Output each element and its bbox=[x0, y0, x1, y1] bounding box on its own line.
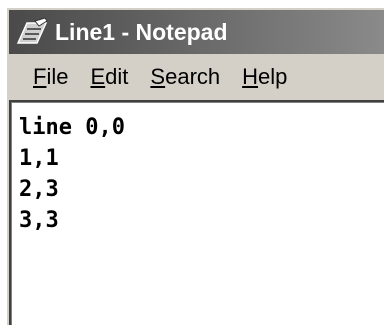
menu-help[interactable]: Help bbox=[242, 64, 287, 90]
editor-content[interactable]: line 0,0 1,1 2,3 3,3 bbox=[11, 102, 384, 236]
text-editor[interactable]: line 0,0 1,1 2,3 3,3 bbox=[9, 100, 384, 325]
title-bar[interactable]: Line1 - Notepad bbox=[9, 10, 384, 54]
menu-file[interactable]: File bbox=[33, 64, 68, 90]
notepad-window: Line1 - Notepad File Edit Search Help li… bbox=[5, 6, 384, 325]
window-title: Line1 - Notepad bbox=[55, 18, 228, 45]
menu-bar: File Edit Search Help bbox=[9, 56, 384, 98]
notepad-icon[interactable] bbox=[15, 17, 49, 47]
menu-edit[interactable]: Edit bbox=[90, 64, 128, 90]
menu-search[interactable]: Search bbox=[150, 64, 220, 90]
